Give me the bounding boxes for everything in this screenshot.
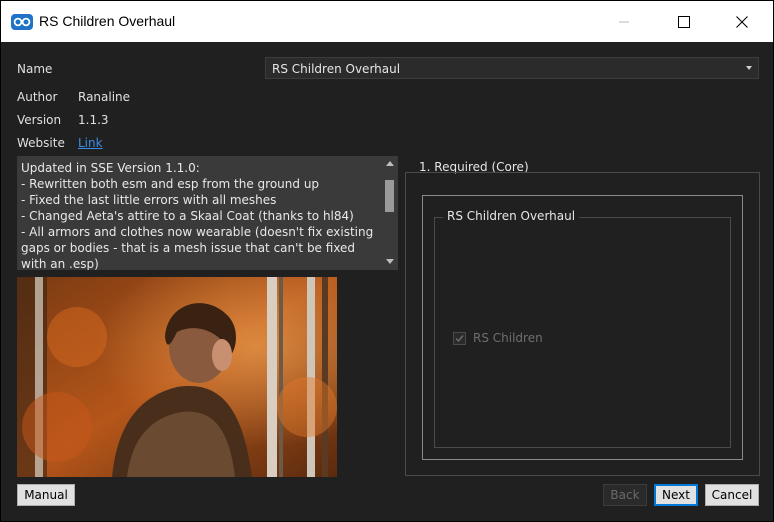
description-text: Updated in SSE Version 1.1.0: - Rewritte… xyxy=(21,161,374,270)
name-label: Name xyxy=(17,62,53,76)
author-label: Author xyxy=(17,90,58,104)
option-group-title: RS Children Overhaul xyxy=(443,209,580,223)
website-label: Website xyxy=(17,136,65,150)
installer-window: RS Children Overhaul Name RS Children Ov… xyxy=(0,0,774,522)
back-button[interactable]: Back xyxy=(603,484,647,506)
cancel-button[interactable]: Cancel xyxy=(705,484,759,506)
minimize-button[interactable] xyxy=(601,1,647,42)
window-title: RS Children Overhaul xyxy=(39,13,176,29)
scroll-up-icon[interactable] xyxy=(386,161,394,166)
maximize-button[interactable] xyxy=(661,1,707,42)
close-button[interactable] xyxy=(719,1,765,42)
next-button[interactable]: Next xyxy=(654,484,698,506)
chevron-down-icon xyxy=(746,66,752,70)
option-checkbox[interactable] xyxy=(453,332,466,345)
author-value: Ranaline xyxy=(78,90,131,104)
option-label: RS Children xyxy=(473,331,543,345)
website-link[interactable]: Link xyxy=(78,136,103,150)
maximize-icon xyxy=(678,15,690,28)
scroll-thumb[interactable] xyxy=(385,180,394,212)
version-value: 1.1.3 xyxy=(78,113,109,127)
version-label: Version xyxy=(17,113,62,127)
scroll-down-icon[interactable] xyxy=(386,259,394,264)
close-icon xyxy=(736,15,748,28)
minimize-icon xyxy=(619,21,629,22)
name-dropdown[interactable]: RS Children Overhaul xyxy=(265,57,759,79)
installer-content: Name RS Children Overhaul Author Ranalin… xyxy=(1,42,773,521)
name-dropdown-value: RS Children Overhaul xyxy=(272,62,401,76)
app-icon xyxy=(11,14,33,30)
checkmark-icon xyxy=(455,335,464,343)
description-box[interactable]: Updated in SSE Version 1.1.0: - Rewritte… xyxy=(17,156,398,270)
mod-preview-image xyxy=(17,277,337,477)
title-bar[interactable]: RS Children Overhaul xyxy=(1,1,773,42)
manual-button[interactable]: Manual xyxy=(17,484,75,506)
description-scrollbar[interactable] xyxy=(381,156,398,270)
preview-artwork xyxy=(17,277,337,477)
